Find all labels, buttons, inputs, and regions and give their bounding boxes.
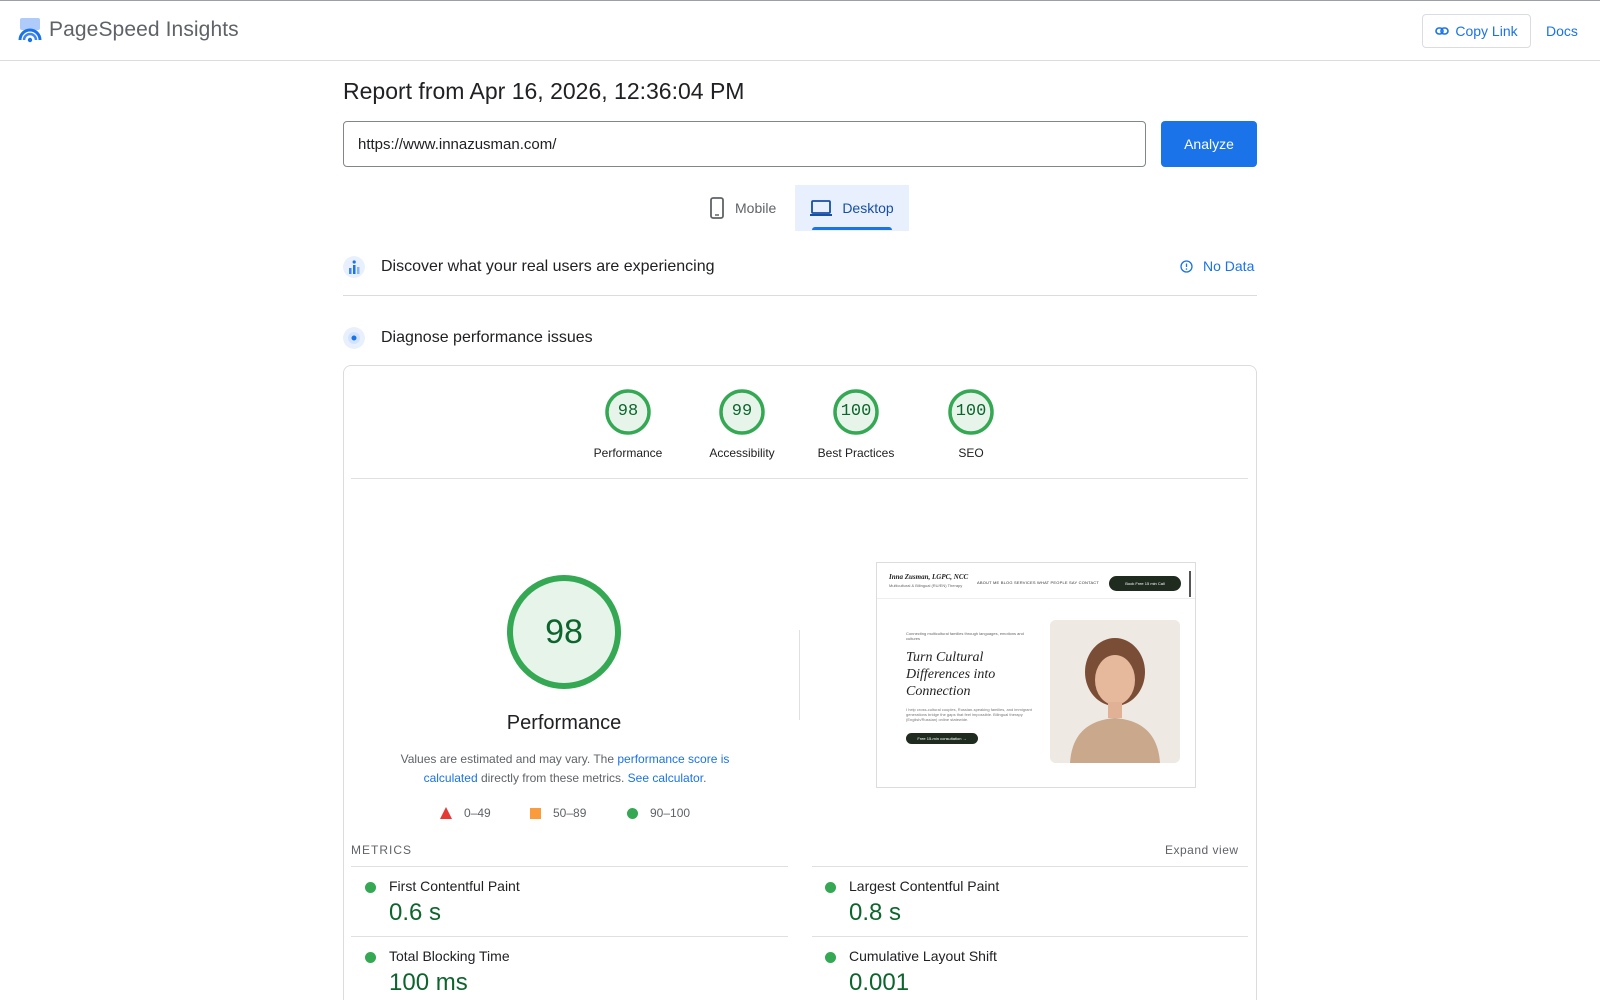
pass-circle-icon [825, 952, 836, 963]
copy-link-button[interactable]: Copy Link [1422, 14, 1531, 48]
screenshot-site-nav: Inna Zusman, LGPC, NCC Multicultural & B… [877, 563, 1195, 599]
legend-fail: 0–49 [440, 806, 491, 820]
lab-diagnose-icon [343, 327, 365, 349]
metric-name: Cumulative Layout Shift [849, 948, 997, 964]
triangle-icon [440, 807, 452, 819]
tab-mobile-label: Mobile [735, 200, 777, 216]
url-input[interactable] [343, 121, 1146, 167]
card-divider [351, 478, 1248, 479]
category-score: 99 [731, 402, 753, 421]
metric-value: 0.6 s [389, 899, 442, 926]
docs-link[interactable]: Docs [1546, 23, 1578, 39]
category-label: Accessibility [709, 446, 775, 460]
category-gauge-accessibility[interactable]: 99 Accessibility [692, 388, 792, 460]
category-score: 98 [617, 402, 639, 421]
category-gauge-best-practices[interactable]: 100 Best Practices [806, 388, 906, 460]
metrics-divider [351, 866, 788, 867]
report-title: Report from Apr 16, 2026, 12:36:04 PM [343, 78, 745, 104]
brand-title: PageSpeed Insights [49, 18, 239, 41]
metric-cumulative-layout-shift: Cumulative Layout Shift 0.001 [811, 948, 1231, 1000]
top-bar: PageSpeed Insights Copy Link Docs [0, 0, 1600, 61]
tab-desktop-label: Desktop [842, 200, 894, 216]
performance-note: Values are estimated and may vary. The p… [390, 750, 740, 788]
legend-range: 0–49 [464, 806, 491, 820]
legend-average: 50–89 [530, 806, 586, 820]
note-text: Values are estimated and may vary. The [400, 752, 618, 766]
pass-circle-icon [365, 882, 376, 893]
metric-name: Total Blocking Time [389, 948, 510, 964]
metric-total-blocking-time: Total Blocking Time 100 ms [351, 948, 771, 1000]
performance-score: 98 [545, 613, 583, 651]
vertical-separator [799, 630, 800, 720]
screenshot-site-tagline: Multicultural & Bilingual (RU/EN) Therap… [889, 583, 963, 588]
field-data-title: Discover what your real users are experi… [381, 258, 715, 275]
screenshot-site-menu: ABOUT ME BLOG SERVICES WHAT PEOPLE SAY C… [977, 580, 1100, 585]
legend-range: 90–100 [650, 806, 691, 820]
screenshot-site-name: Inna Zusman, LGPC, NCC [889, 573, 969, 581]
circle-icon [627, 807, 638, 819]
metric-name: Largest Contentful Paint [849, 878, 1000, 894]
note-text: . [703, 771, 707, 785]
pass-circle-icon [365, 952, 376, 963]
metrics-divider [351, 936, 788, 937]
screenshot-body-text: I help cross-cultural couples, Russian-s… [906, 707, 1032, 722]
crux-users-icon [343, 256, 365, 278]
category-label: Performance [593, 446, 663, 460]
diagnose-title: Diagnose performance issues [381, 329, 593, 346]
metrics-heading: METRICS [351, 843, 412, 857]
category-label: SEO [958, 446, 984, 460]
screenshot-kicker: Connecting multicultural families throug… [906, 631, 1024, 641]
no-data-label: No Data [1203, 258, 1255, 274]
metric-value: 100 ms [389, 969, 468, 996]
selected-tab-indicator [812, 227, 892, 230]
square-icon [530, 807, 541, 819]
category-score: 100 [840, 402, 872, 421]
screenshot-cta: Book Free 15 min Call [1109, 576, 1181, 591]
final-screenshot[interactable]: Inna Zusman, LGPC, NCC Multicultural & B… [876, 562, 1196, 788]
metric-value: 0.8 s [849, 899, 902, 926]
metric-largest-contentful-paint: Largest Contentful Paint 0.8 s [811, 878, 1231, 942]
legend-range: 50–89 [553, 806, 587, 820]
pass-circle-icon [825, 882, 836, 893]
tab-desktop[interactable]: Desktop [795, 185, 909, 231]
performance-label: Performance [506, 712, 622, 734]
link-icon [1435, 27, 1450, 35]
analyze-button[interactable]: Analyze [1161, 121, 1257, 167]
screenshot-hero-heading: Turn Cultural Differences into Connectio… [906, 650, 996, 699]
laptop-icon [810, 200, 833, 216]
tab-mobile[interactable]: Mobile [705, 185, 795, 231]
note-text: directly from these metrics. [477, 771, 628, 785]
portrait-photo [1050, 620, 1180, 763]
info-icon [1180, 259, 1193, 273]
metric-first-contentful-paint: First Contentful Paint 0.6 s [351, 878, 771, 942]
category-score: 100 [955, 402, 987, 421]
section-divider [343, 295, 1257, 296]
category-gauge-seo[interactable]: 100 SEO [921, 388, 1021, 460]
mobile-phone-icon [710, 197, 724, 219]
screenshot-hero-button: Free 15-min consultation → [906, 733, 978, 744]
metric-name: First Contentful Paint [389, 878, 520, 894]
see-calculator-link[interactable]: See calculator [628, 771, 703, 785]
metrics-divider [812, 936, 1248, 937]
category-gauge-performance[interactable]: 98 Performance [578, 388, 678, 460]
screenshot-scrollbar [1189, 571, 1191, 597]
metric-value: 0.001 [849, 969, 910, 996]
metrics-divider [812, 866, 1248, 867]
expand-view-toggle[interactable]: Expand view [1165, 843, 1239, 857]
copy-link-label: Copy Link [1455, 23, 1518, 39]
legend-pass: 90–100 [627, 806, 690, 820]
no-data-status[interactable]: No Data [1180, 258, 1254, 274]
category-label: Best Practices [817, 446, 895, 460]
pagespeed-logo-icon [18, 18, 42, 43]
